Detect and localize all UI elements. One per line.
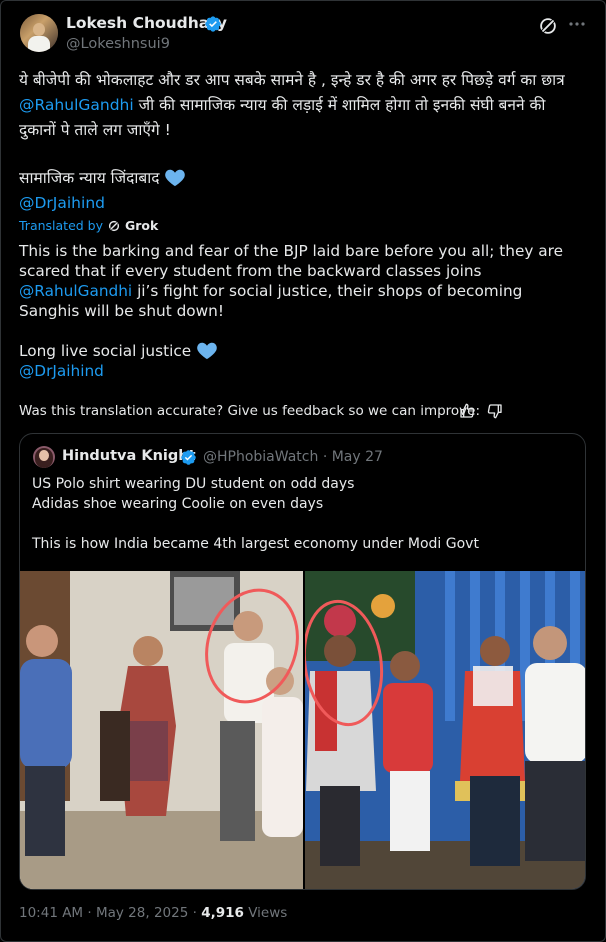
- quoted-photo-1[interactable]: [20, 571, 303, 889]
- views-label: Views: [248, 905, 288, 921]
- quoted-author-avatar[interactable]: [33, 446, 55, 468]
- quoted-author-name[interactable]: Hindutva Knight: [62, 448, 196, 464]
- separator: ·: [322, 449, 328, 465]
- verified-badge-icon: [205, 16, 221, 32]
- translation-slogan-text: Long live social justice: [19, 342, 192, 360]
- separator: ·: [192, 905, 197, 921]
- translation-line-3-text: ji’s fight for social justice, their sho…: [137, 282, 523, 300]
- original-line-2: @RahulGandhi जी की सामाजिक न्याय की लड़ा…: [19, 93, 545, 118]
- quoted-date[interactable]: May 27: [332, 449, 383, 465]
- translation-line-4: Sanghis will be shut down!: [19, 302, 224, 320]
- grok-icon[interactable]: [537, 15, 559, 37]
- quoted-author-handle[interactable]: @HPhobiaWatch: [203, 449, 318, 465]
- quoted-author-meta: @HPhobiaWatch · May 27: [203, 449, 383, 465]
- original-tag-link[interactable]: @DrJaihind: [19, 191, 105, 216]
- quoted-line-3: This is how India became 4th largest eco…: [32, 536, 479, 552]
- verified-badge-icon: [181, 450, 196, 465]
- original-line-3: दुकानों पे ताले लग जाएँगे !: [19, 121, 171, 139]
- translated-by[interactable]: Translated by Grok: [19, 218, 158, 233]
- grok-icon: [108, 220, 120, 231]
- heart-icon: [197, 342, 217, 360]
- original-line-1: ये बीजेपी की भोकलाहट और डर आप सबके सामने…: [19, 71, 565, 89]
- tweet-meta: 10:41 AM · May 28, 2025 · 4,916 Views: [19, 905, 287, 921]
- translated-by-label: Translated by: [19, 218, 103, 233]
- thumbs-down-icon[interactable]: [487, 403, 503, 419]
- mention-link[interactable]: @RahulGandhi: [19, 282, 132, 300]
- quoted-line-2: Adidas shoe wearing Coolie on even days: [32, 496, 324, 512]
- grok-label: Grok: [125, 218, 159, 233]
- quoted-photo-2[interactable]: [305, 571, 585, 889]
- original-line-2-text: जी की सामाजिक न्याय की लड़ाई में शामिल ह…: [138, 96, 546, 114]
- thumbs-up-icon[interactable]: [459, 403, 475, 419]
- separator: ·: [87, 905, 92, 921]
- original-slogan-text: सामाजिक न्याय जिंदाबाद: [19, 169, 160, 187]
- tweet-date[interactable]: May 28, 2025: [96, 905, 188, 921]
- mention-link[interactable]: @RahulGandhi: [19, 96, 134, 114]
- quoted-tweet[interactable]: Hindutva Knight @HPhobiaWatch · May 27 U…: [19, 433, 586, 890]
- author-handle[interactable]: @Lokeshnsui9: [66, 36, 170, 52]
- translation-tag-link[interactable]: @DrJaihind: [19, 359, 104, 384]
- translation-feedback-prompt: Was this translation accurate? Give us f…: [19, 403, 481, 419]
- author-name[interactable]: Lokesh Choudhary: [66, 14, 227, 32]
- quoted-line-1: US Polo shirt wearing DU student on odd …: [32, 476, 355, 492]
- views-count: 4,916: [201, 905, 244, 921]
- original-slogan: सामाजिक न्याय जिंदाबाद: [19, 166, 186, 191]
- author-avatar[interactable]: [20, 14, 58, 52]
- more-icon[interactable]: [566, 13, 588, 35]
- heart-icon: [165, 169, 186, 187]
- tweet-time[interactable]: 10:41 AM: [19, 905, 83, 921]
